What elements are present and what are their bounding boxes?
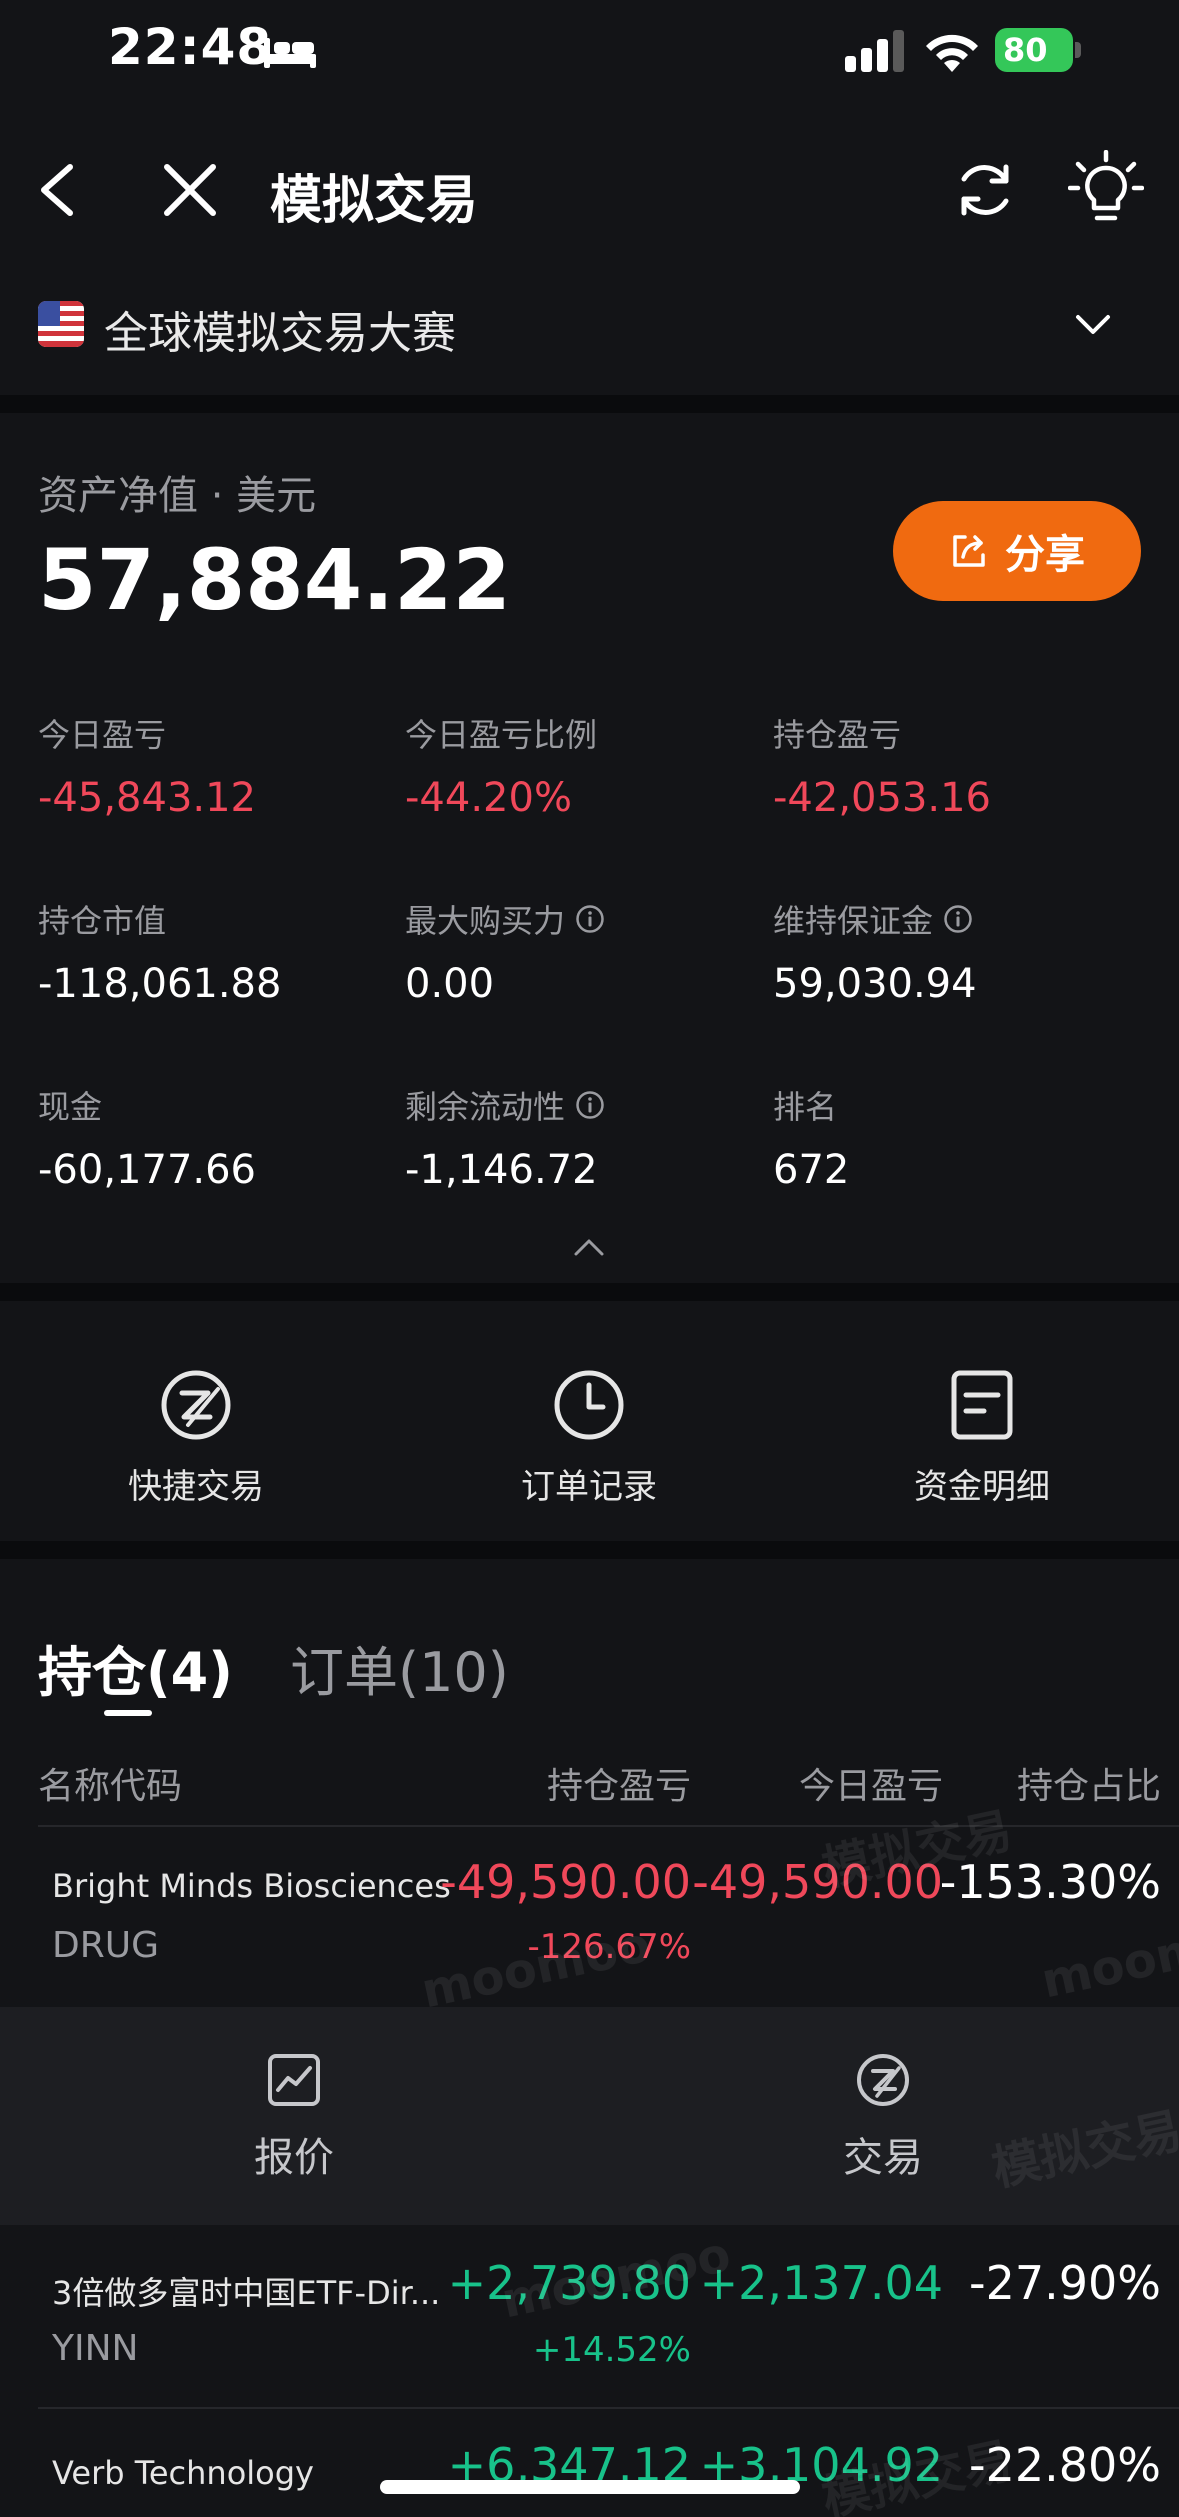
metric-label: 排名 — [773, 1088, 838, 1126]
position-pl: -49,590.00 — [440, 1855, 691, 1909]
metric-value: 672 — [773, 1147, 850, 1193]
metric-maintenance-margin: 维持保证金 59,030.94 — [773, 899, 1133, 1007]
tabs: 持仓(4) 订单(10) — [0, 1560, 1179, 1720]
quick-actions: 快捷交易 订单记录 资金明细 — [0, 1301, 1179, 1541]
sleep-focus-icon — [264, 38, 316, 68]
action-label: 快捷交易 — [128, 1467, 264, 1507]
battery-indicator: 80 — [995, 28, 1081, 72]
metric-market-value: 持仓市值 -118,061.88 — [38, 899, 398, 1007]
quote-label: 报价 — [254, 2135, 334, 2181]
stock-code: YINN — [52, 2328, 139, 2369]
info-icon[interactable] — [943, 904, 973, 934]
refresh-icon[interactable] — [950, 155, 1020, 225]
metric-label: 维持保证金 — [773, 902, 934, 940]
header-position-pl[interactable]: 持仓盈亏 — [547, 1757, 691, 1809]
metric-label: 剩余流动性 — [405, 1088, 566, 1126]
metric-excess-liquidity: 剩余流动性 -1,146.72 — [405, 1085, 765, 1193]
close-icon[interactable] — [155, 155, 225, 225]
header-today-pl[interactable]: 今日盈亏 — [799, 1757, 943, 1809]
metric-value: -45,843.12 — [38, 775, 257, 821]
metric-label: 今日盈亏 — [38, 716, 167, 754]
tab-positions[interactable]: 持仓(4) — [38, 1628, 233, 1707]
home-indicator[interactable] — [380, 2480, 800, 2494]
header-position-ratio[interactable]: 持仓占比 — [1017, 1757, 1161, 1809]
wifi-icon — [926, 34, 978, 72]
metric-rank: 排名 672 — [773, 1085, 1133, 1193]
page-title: 模拟交易 — [270, 171, 479, 231]
share-icon — [953, 535, 985, 567]
tab-orders[interactable]: 订单(10) — [290, 1628, 509, 1707]
metric-value: -1,146.72 — [405, 1147, 598, 1193]
metric-position-pl: 持仓盈亏 -42,053.16 — [773, 713, 1133, 821]
section-divider — [0, 1283, 1179, 1301]
asset-overview: 资产净值 · 美元 57,884.22 分享 今日盈亏 -45,843.12 今… — [0, 413, 1179, 1283]
metric-today-pl-ratio: 今日盈亏比例 -44.20% — [405, 713, 765, 821]
metric-value: -118,061.88 — [38, 961, 282, 1007]
metric-label: 最大购买力 — [405, 902, 566, 940]
metric-value: -60,177.66 — [38, 1147, 257, 1193]
info-icon[interactable] — [575, 1090, 605, 1120]
metric-label: 今日盈亏比例 — [405, 716, 598, 754]
section-divider — [0, 1541, 1179, 1559]
metric-label: 现金 — [38, 1088, 103, 1126]
stock-name: 3倍做多富时中国ETF-Dir... — [52, 2274, 441, 2312]
share-label: 分享 — [1005, 532, 1085, 578]
fund-details-button[interactable]: 资金明细 — [832, 1301, 1132, 1541]
header-name-code: 名称代码 — [38, 1766, 183, 1807]
order-history-button[interactable]: 订单记录 — [439, 1301, 739, 1541]
chart-icon — [268, 2054, 320, 2106]
quick-trade-icon — [161, 1370, 231, 1440]
metric-label: 持仓市值 — [38, 902, 167, 940]
chevron-up-icon[interactable] — [572, 1236, 606, 1258]
metric-today-pl: 今日盈亏 -45,843.12 — [38, 713, 398, 821]
metric-value: -44.20% — [405, 775, 572, 821]
status-time: 22:48 — [108, 18, 273, 76]
info-icon[interactable] — [575, 904, 605, 934]
today-pl: +2,137.04 — [699, 2256, 943, 2310]
competition-name: 全球模拟交易大赛 — [104, 308, 456, 359]
battery-cap — [1075, 42, 1081, 58]
position-pl-percent: +14.52% — [532, 2330, 691, 2370]
metric-value: 0.00 — [405, 961, 495, 1007]
page: 22:48 80 模拟交易 全球模拟交易大赛 资产净值 · 美元 57,884.… — [0, 0, 1179, 2517]
nav-bar: 模拟交易 — [0, 130, 1179, 250]
section-divider — [0, 395, 1179, 413]
stock-code: DRUG — [52, 1925, 159, 1966]
stock-name: Bright Minds Biosciences — [52, 1867, 451, 1905]
us-flag-icon — [38, 301, 84, 347]
metric-value: 59,030.94 — [773, 961, 977, 1007]
action-label: 资金明细 — [914, 1467, 1050, 1507]
trade-icon — [857, 2054, 909, 2106]
status-bar: 22:48 80 — [0, 0, 1179, 100]
cellular-signal-icon — [845, 30, 904, 72]
competition-selector[interactable]: 全球模拟交易大赛 — [0, 275, 1179, 375]
chevron-down-icon[interactable] — [1070, 305, 1116, 345]
metric-buying-power: 最大购买力 0.00 — [405, 899, 765, 1007]
back-icon[interactable] — [30, 155, 90, 225]
quick-trade-button[interactable]: 快捷交易 — [46, 1301, 346, 1541]
battery-level: 80 — [995, 28, 1073, 72]
net-asset-label: 资产净值 · 美元 — [38, 473, 317, 519]
metric-label: 持仓盈亏 — [773, 716, 902, 754]
quote-button[interactable]: 报价 — [94, 2007, 494, 2225]
net-asset-value: 57,884.22 — [38, 531, 511, 629]
row-divider — [38, 2407, 1179, 2409]
tab-active-indicator — [104, 1710, 152, 1716]
share-button[interactable]: 分享 — [893, 501, 1141, 601]
clock-icon — [554, 1370, 624, 1440]
metric-value: -42,053.16 — [773, 775, 992, 821]
metric-cash: 现金 -60,177.66 — [38, 1085, 398, 1193]
action-label: 订单记录 — [521, 1467, 657, 1507]
stock-name: Verb Technology — [52, 2454, 314, 2492]
lightbulb-icon[interactable] — [1068, 150, 1144, 230]
position-ratio: -27.90% — [969, 2256, 1161, 2310]
document-icon — [951, 1370, 1013, 1440]
